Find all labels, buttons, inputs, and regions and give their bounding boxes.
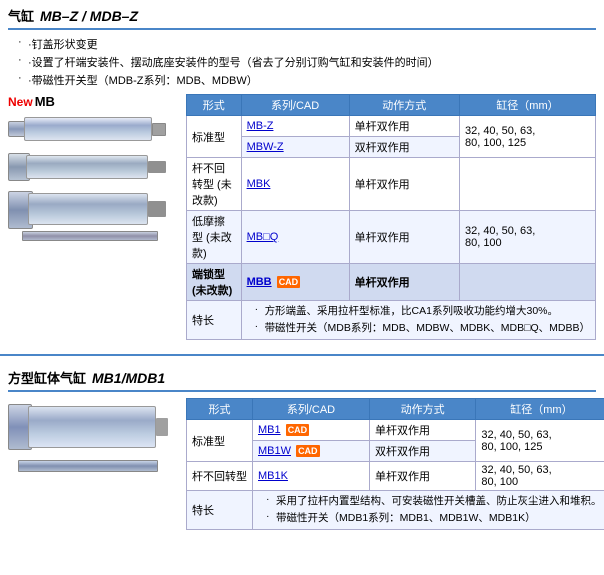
bore2-cell-norot: 32, 40, 50, 63,80, 100	[476, 462, 604, 491]
series-cell-mbwz: MBW-Z	[241, 137, 349, 158]
type2-cell-standard: 标准型	[187, 420, 253, 462]
action-cell-endlock: 单杆双作用	[349, 264, 459, 301]
section1-images: New MB	[8, 94, 178, 340]
section-divider	[0, 354, 604, 356]
series-cell-mbk: MBK	[241, 158, 349, 211]
link-mb1[interactable]: MB1	[258, 424, 281, 436]
link-mbk[interactable]: MBK	[247, 178, 271, 190]
table-row-features: 特长 方形端盖、采用拉杆型标准，比CA1系列吸收功能约增大30%。 带磁性开关（…	[187, 301, 596, 340]
cad-badge-mbb: CAD	[277, 276, 301, 288]
type-cell-endlock: 端锁型 (未改款)	[187, 264, 242, 301]
section1-bullets: ·钉盖形状变更 ·设置了杆端安装件、摆动底座安装件的型号（省去了分别订购气缸和安…	[8, 36, 596, 88]
bore-cell-standard: 32, 40, 50, 63,80, 100, 125	[459, 116, 595, 158]
table2-row: 标准型 MB1 CAD 单杆双作用 32, 40, 50, 63,80, 100…	[187, 420, 604, 441]
table2-header-row: 形式 系列/CAD 动作方式 缸径（mm）	[187, 399, 604, 420]
feature2-1: 采用了拉杆内置型结构、可安装磁性开关槽盖、防止灰尘进入和堆积。	[266, 493, 602, 508]
cad-badge-mb1w: CAD	[296, 445, 320, 457]
cylinder-image-3	[8, 189, 166, 241]
link-mb1w[interactable]: MB1W	[258, 445, 291, 457]
table-header-row: 形式 系列/CAD 动作方式 缸径（mm）	[187, 95, 596, 116]
section-mbz: 气缸 MB–Z / MDB–Z ·钉盖形状变更 ·设置了杆端安装件、摆动底座安装…	[0, 0, 604, 348]
section2-content: 形式 系列/CAD 动作方式 缸径（mm） 标准型 MB1 CAD 单杆双作用 …	[8, 398, 596, 530]
section2-title-jp: MB1/MDB1	[92, 370, 165, 386]
action-cell-double: 双杆双作用	[349, 137, 459, 158]
col2-header-action: 动作方式	[369, 399, 475, 420]
bore2-cell-standard: 32, 40, 50, 63,80, 100, 125	[476, 420, 604, 462]
action2-cell-double: 双杆双作用	[369, 441, 475, 462]
new-mb-label: New MB	[8, 94, 55, 109]
bore-cell-lowfric: 32, 40, 50, 63,80, 100	[459, 211, 595, 264]
section2-table: 形式 系列/CAD 动作方式 缸径（mm） 标准型 MB1 CAD 单杆双作用 …	[186, 398, 604, 530]
series-cell-mbq: MB□Q	[241, 211, 349, 264]
col-header-action: 动作方式	[349, 95, 459, 116]
cylinder-image-2	[8, 149, 166, 185]
bullet-3: ·带磁性开关型（MDB-Z系列：MDB、MDBW）	[18, 72, 596, 88]
bullet-1: ·钉盖形状变更	[18, 36, 596, 52]
series2-cell-mb1: MB1 CAD	[253, 420, 370, 441]
feature-2: 带磁性开关（MDB系列：MDB、MDBW、MDBK、MDB□Q、MDBB）	[255, 320, 590, 335]
col2-header-bore: 缸径（mm）	[476, 399, 604, 420]
series2-cell-mb1w: MB1W CAD	[253, 441, 370, 462]
cylinder-mb1-image	[8, 404, 168, 472]
features2-label: 特长	[187, 491, 253, 530]
link-mbz[interactable]: MB-Z	[247, 120, 274, 132]
col-header-bore: 缸径（mm）	[459, 95, 595, 116]
feature-1: 方形端盖、采用拉杆型标准，比CA1系列吸收功能约增大30%。	[255, 303, 590, 318]
col-header-series: 系列/CAD	[241, 95, 349, 116]
features-label: 特长	[187, 301, 242, 340]
section2-title-cn: 方型缸体气缸	[8, 368, 86, 387]
col2-header-type: 形式	[187, 399, 253, 420]
table-row: 杆不回转型 (未改款) MBK 单杆双作用	[187, 158, 596, 211]
bullet-2: ·设置了杆端安装件、摆动底座安装件的型号（省去了分别订购气缸和安装件的时间）	[18, 54, 596, 70]
type-cell-standard: 标准型	[187, 116, 242, 158]
section1-content: New MB	[8, 94, 596, 340]
link-mb1k[interactable]: MB1K	[258, 470, 288, 482]
bore-cell-norot	[459, 158, 595, 211]
link-mbb[interactable]: MBB	[247, 276, 272, 288]
section1-header: 气缸 MB–Z / MDB–Z	[8, 6, 596, 30]
link-mbwz[interactable]: MBW-Z	[247, 141, 284, 153]
table-row: 低摩擦型 (未改款) MB□Q 单杆双作用 32, 40, 50, 63,80,…	[187, 211, 596, 264]
series2-cell-mb1k: MB1K	[253, 462, 370, 491]
section-mb1: 方型缸体气缸 MB1/MDB1 形式 系列/CAD 动作方式 缸	[0, 362, 604, 538]
feature2-2: 带磁性开关（MDB1系列：MDB1、MDB1W、MDB1K）	[266, 510, 602, 525]
section1-title-cn: 气缸	[8, 6, 34, 25]
features2-content: 采用了拉杆内置型结构、可安装磁性开关槽盖、防止灰尘进入和堆积。 带磁性开关（MD…	[253, 491, 604, 530]
type-cell-norot: 杆不回转型 (未改款)	[187, 158, 242, 211]
section2-header: 方型缸体气缸 MB1/MDB1	[8, 368, 596, 392]
table2-row: 杆不回转型 MB1K 单杆双作用 32, 40, 50, 63,80, 100	[187, 462, 604, 491]
cad-badge-mb1: CAD	[286, 424, 310, 436]
action-cell-norot: 单杆双作用	[349, 158, 459, 211]
col2-header-series: 系列/CAD	[253, 399, 370, 420]
action-cell-single: 单杆双作用	[349, 116, 459, 137]
table2-row-features: 特长 采用了拉杆内置型结构、可安装磁性开关槽盖、防止灰尘进入和堆积。 带磁性开关…	[187, 491, 604, 530]
section2-images	[8, 398, 178, 530]
section1-title-jp: MB–Z / MDB–Z	[40, 8, 138, 24]
type-cell-lowfric: 低摩擦型 (未改款)	[187, 211, 242, 264]
bore-cell-endlock	[459, 264, 595, 301]
type2-cell-norot: 杆不回转型	[187, 462, 253, 491]
link-mbq[interactable]: MB□Q	[247, 231, 279, 243]
series-cell-mbz: MB-Z	[241, 116, 349, 137]
series-cell-mbb: MBB CAD	[241, 264, 349, 301]
action2-cell-single: 单杆双作用	[369, 420, 475, 441]
action-cell-lowfric: 单杆双作用	[349, 211, 459, 264]
col-header-type: 形式	[187, 95, 242, 116]
table-row: 标准型 MB-Z 单杆双作用 32, 40, 50, 63,80, 100, 1…	[187, 116, 596, 137]
table-row-endlock: 端锁型 (未改款) MBB CAD 单杆双作用	[187, 264, 596, 301]
cylinder-image-1	[8, 113, 166, 145]
action2-cell-norot: 单杆双作用	[369, 462, 475, 491]
features-content: 方形端盖、采用拉杆型标准，比CA1系列吸收功能约增大30%。 带磁性开关（MDB…	[241, 301, 595, 340]
section1-table: 形式 系列/CAD 动作方式 缸径（mm） 标准型 MB-Z 单杆双作用 32,…	[186, 94, 596, 340]
